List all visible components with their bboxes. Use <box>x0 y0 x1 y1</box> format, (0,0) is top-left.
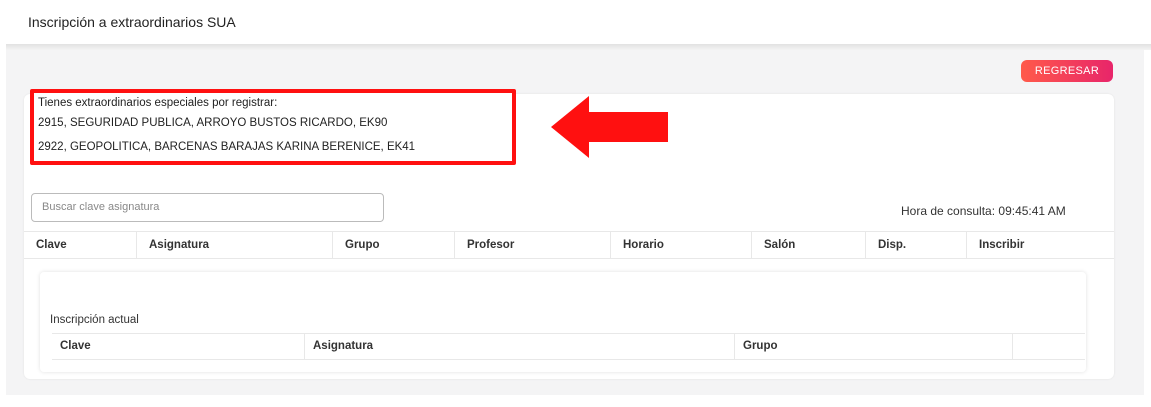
column-header-empty <box>1012 334 1085 359</box>
page-title: Inscripción a extraordinarios SUA <box>28 14 236 30</box>
column-header: Clave <box>60 340 91 352</box>
query-time: Hora de consulta: 09:45:41 AM <box>901 204 1066 218</box>
column-header: Horario <box>610 232 751 258</box>
current-enrollment-title: Inscripción actual <box>50 314 139 326</box>
column-header: Inscribir <box>966 232 1114 258</box>
column-header: Salón <box>751 232 865 258</box>
notice-line: 2915, SEGURIDAD PUBLICA, ARROYO BUSTOS R… <box>38 117 388 129</box>
search-input[interactable]: Buscar clave asignatura <box>31 193 384 222</box>
column-header: Disp. <box>865 232 966 258</box>
back-button[interactable]: REGRESAR <box>1021 60 1113 82</box>
current-enrollment-table-header: Clave Asignatura Grupo <box>52 333 1085 360</box>
column-header: Grupo <box>332 232 454 258</box>
column-header: Profesor <box>454 232 610 258</box>
column-header: Asignatura <box>136 232 332 258</box>
column-header: Asignatura <box>304 334 734 359</box>
column-header: Clave <box>36 239 67 251</box>
red-arrow-left-icon <box>551 96 668 158</box>
subjects-table-header: Clave Asignatura Grupo Profesor Horario … <box>24 231 1114 259</box>
notice-line: 2922, GEOPOLITICA, BARCENAS BARAJAS KARI… <box>38 141 416 153</box>
column-header: Grupo <box>734 334 1012 359</box>
notice-heading: Tienes extraordinarios especiales por re… <box>38 97 278 109</box>
